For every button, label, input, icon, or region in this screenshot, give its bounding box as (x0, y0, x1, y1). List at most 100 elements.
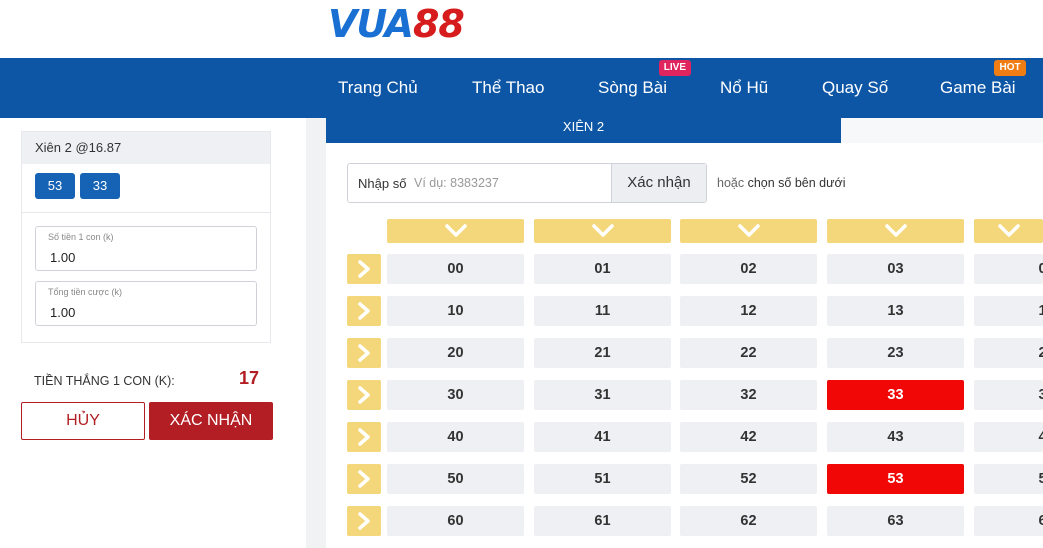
number-cell[interactable]: 34 (974, 380, 1043, 410)
chevron-down-icon (884, 224, 907, 237)
row-toggle-button[interactable] (347, 380, 381, 410)
number-cell[interactable]: 22 (680, 338, 817, 368)
number-cell[interactable]: 60 (387, 506, 524, 536)
number-cell[interactable]: 40 (387, 422, 524, 452)
chevron-right-icon (358, 512, 370, 530)
number-entry-confirm-button[interactable]: Xác nhận (611, 164, 706, 202)
stake-field-label: Số tiền 1 con (k) (48, 232, 114, 242)
hot-badge: HOT (994, 60, 1026, 76)
number-cell[interactable]: 04 (974, 254, 1043, 284)
chevron-right-icon (358, 386, 370, 404)
total-stake-label: Tổng tiền cược (k) (48, 287, 122, 297)
chevron-right-icon (358, 428, 370, 446)
tab-strip-empty (841, 118, 1043, 143)
total-stake-value: 1.00 (50, 305, 76, 320)
nav-item-label: Thể Thao (472, 78, 545, 97)
header: VUA88 (0, 0, 1043, 58)
brand-logo[interactable]: VUA88 (328, 2, 465, 46)
column-toggle-button[interactable] (387, 219, 524, 243)
number-entry: Nhập số Xác nhận (347, 163, 707, 203)
selected-number-chip[interactable]: 33 (80, 173, 120, 199)
win-amount-value: 17 (239, 368, 260, 388)
column-toggle-button[interactable] (680, 219, 817, 243)
number-cell[interactable]: 42 (680, 422, 817, 452)
number-cell[interactable]: 53 (827, 464, 964, 494)
number-cell[interactable]: 31 (534, 380, 671, 410)
column-toggle-button[interactable] (827, 219, 964, 243)
number-cell[interactable]: 21 (534, 338, 671, 368)
chevron-down-icon (997, 224, 1020, 237)
number-cell[interactable]: 12 (680, 296, 817, 326)
number-cell[interactable]: 02 (680, 254, 817, 284)
number-cell[interactable]: 24 (974, 338, 1043, 368)
number-cell[interactable]: 10 (387, 296, 524, 326)
number-cell[interactable]: 13 (827, 296, 964, 326)
divider (22, 212, 270, 213)
number-entry-input[interactable] (414, 173, 604, 193)
number-cell[interactable]: 52 (680, 464, 817, 494)
number-cell[interactable]: 30 (387, 380, 524, 410)
bet-slip-card: Xiên 2 @16.87 53 33 Số tiền 1 con (k) 1.… (21, 131, 271, 343)
nav-item-no-hu[interactable]: Nổ Hũ (720, 58, 768, 118)
number-cell[interactable]: 33 (827, 380, 964, 410)
row-toggle-button[interactable] (347, 506, 381, 536)
nav-item-song-bai[interactable]: Sòng Bài LIVE (598, 58, 691, 118)
number-cell[interactable]: 41 (534, 422, 671, 452)
number-cell[interactable]: 62 (680, 506, 817, 536)
nav-item-trang-chu[interactable]: Trang Chủ (338, 58, 418, 118)
win-amount-label: TIỀN THẮNG 1 CON (K): (34, 374, 175, 388)
stake-field[interactable]: Số tiền 1 con (k) 1.00 (35, 226, 257, 271)
main-nav: Trang Chủ Thể Thao Sòng Bài LIVE Nổ Hũ Q… (0, 58, 1043, 118)
cancel-button[interactable]: HỦY (21, 402, 145, 440)
logo-text-red: 88 (412, 2, 465, 46)
number-cell[interactable]: 01 (534, 254, 671, 284)
nav-item-the-thao[interactable]: Thể Thao (472, 58, 544, 118)
nav-item-label: Quay Số (822, 78, 889, 97)
number-cell[interactable]: 64 (974, 506, 1043, 536)
number-cell[interactable]: 54 (974, 464, 1043, 494)
row-toggle-button[interactable] (347, 338, 381, 368)
number-picker-panel: XIÊN 2 Nhập số Xác nhận hoặc chọn số bên… (326, 118, 1043, 548)
pick-hint: hoặc chọn số bên dưới (717, 176, 845, 190)
nav-item-label: Nổ Hũ (720, 78, 769, 97)
number-cell[interactable]: 14 (974, 296, 1043, 326)
number-cell[interactable]: 00 (387, 254, 524, 284)
number-cell[interactable]: 11 (534, 296, 671, 326)
row-toggle-button[interactable] (347, 254, 381, 284)
number-cell[interactable]: 43 (827, 422, 964, 452)
nav-item-label: Trang Chủ (338, 78, 418, 97)
confirm-bet-button[interactable]: XÁC NHẬN (149, 402, 273, 440)
nav-item-label: Game Bài (940, 78, 1016, 97)
bet-slip-panel: Xiên 2 @16.87 53 33 Số tiền 1 con (k) 1.… (0, 118, 306, 548)
chevron-down-icon (444, 224, 467, 237)
nav-item-label: Sòng Bài (598, 78, 667, 97)
column-toggle-button[interactable] (534, 219, 671, 243)
tab-xien-2[interactable]: XIÊN 2 (326, 118, 841, 143)
number-cell[interactable]: 23 (827, 338, 964, 368)
chevron-right-icon (358, 260, 370, 278)
number-cell[interactable]: 20 (387, 338, 524, 368)
column-toggle-button[interactable] (974, 219, 1043, 243)
pick-hint-text: chọn số bên dưới (747, 176, 846, 190)
number-cell[interactable]: 63 (827, 506, 964, 536)
selected-number-chip[interactable]: 53 (35, 173, 75, 199)
chevron-down-icon (591, 224, 614, 237)
number-cell[interactable]: 51 (534, 464, 671, 494)
pick-hint-or: hoặc (717, 176, 745, 190)
nav-item-quay-so[interactable]: Quay Số (822, 58, 888, 118)
number-entry-label: Nhập số (358, 176, 407, 191)
number-cell[interactable]: 32 (680, 380, 817, 410)
row-toggle-button[interactable] (347, 422, 381, 452)
chevron-right-icon (358, 344, 370, 362)
stake-field-value: 1.00 (50, 250, 76, 265)
total-stake-field[interactable]: Tổng tiền cược (k) 1.00 (35, 281, 257, 326)
number-cell[interactable]: 50 (387, 464, 524, 494)
logo-text-blue: VUA (328, 2, 414, 46)
chevron-down-icon (737, 224, 760, 237)
number-cell[interactable]: 44 (974, 422, 1043, 452)
row-toggle-button[interactable] (347, 296, 381, 326)
number-cell[interactable]: 61 (534, 506, 671, 536)
nav-item-game-bai[interactable]: Game Bài HOT (940, 58, 1026, 118)
row-toggle-button[interactable] (347, 464, 381, 494)
number-cell[interactable]: 03 (827, 254, 964, 284)
